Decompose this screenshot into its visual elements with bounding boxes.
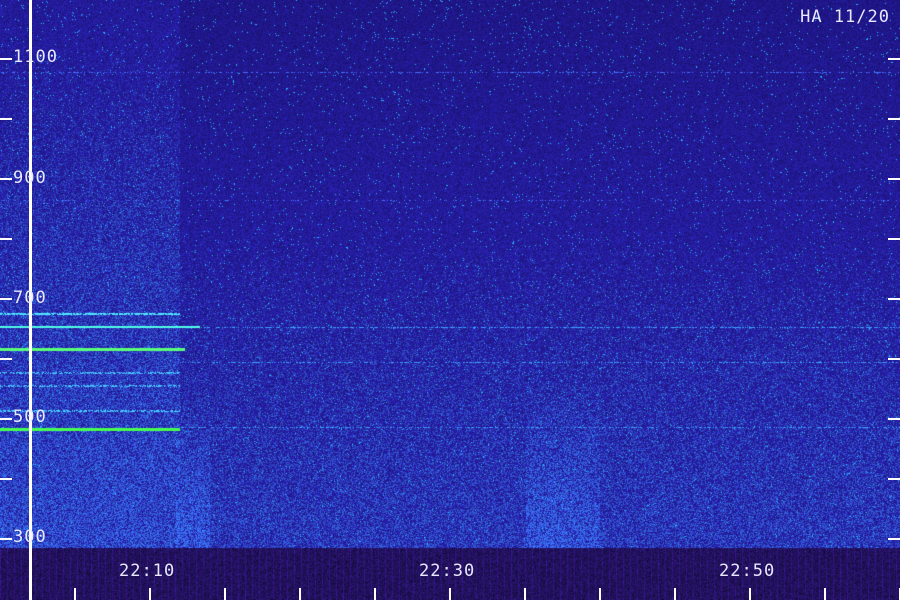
y-tick-mark-left <box>0 418 12 420</box>
y-tick-mark-left <box>0 178 12 180</box>
y-tick-label-500: 500 <box>13 407 47 427</box>
x-tick-mark <box>224 588 226 600</box>
x-tick-mark <box>299 588 301 600</box>
y-tick-mark-right <box>888 118 900 120</box>
y-tick-mark-right <box>888 298 900 300</box>
y-tick-mark-left <box>0 358 12 360</box>
x-tick-mark <box>824 588 826 600</box>
y-tick-label-900: 900 <box>13 168 47 188</box>
x-tick-mark <box>749 588 751 600</box>
y-tick-mark-left <box>0 238 12 240</box>
y-tick-mark-left <box>0 538 12 540</box>
x-tick-mark <box>449 588 451 600</box>
y-tick-label-300: 300 <box>13 527 47 547</box>
y-tick-mark-right <box>888 358 900 360</box>
x-tick-label-2210: 22:10 <box>119 561 176 581</box>
x-tick-mark <box>149 588 151 600</box>
y-tick-mark-left <box>0 298 12 300</box>
y-tick-mark-right <box>888 538 900 540</box>
y-tick-mark-right <box>888 238 900 240</box>
y-tick-mark-left <box>0 478 12 480</box>
spectrogram-canvas <box>0 0 900 600</box>
y-tick-mark-left <box>0 58 12 60</box>
x-tick-mark <box>599 588 601 600</box>
x-tick-mark <box>74 588 76 600</box>
x-tick-mark <box>524 588 526 600</box>
x-tick-label-2250: 22:50 <box>719 561 776 581</box>
station-label: HA 11/20 <box>800 7 890 27</box>
y-tick-mark-right <box>888 178 900 180</box>
y-tick-mark-left <box>0 118 12 120</box>
y-tick-label-700: 700 <box>13 288 47 308</box>
x-tick-label-2230: 22:30 <box>419 561 476 581</box>
y-tick-mark-right <box>888 478 900 480</box>
y-tick-mark-right <box>888 58 900 60</box>
y-tick-mark-right <box>888 418 900 420</box>
y-tick-label-1100: 1100 <box>13 47 58 67</box>
x-tick-mark <box>374 588 376 600</box>
x-tick-mark <box>674 588 676 600</box>
